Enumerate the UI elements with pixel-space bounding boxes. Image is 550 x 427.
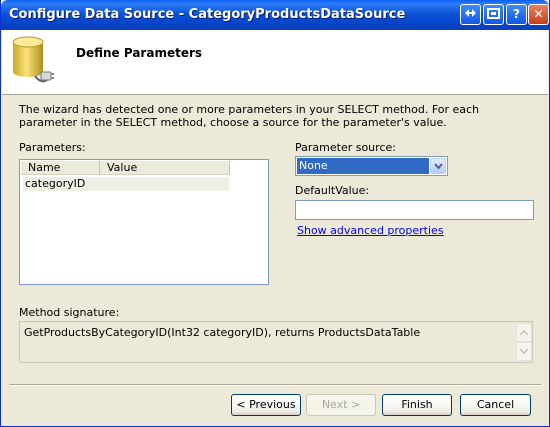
parameter-source-value: None [297,158,429,174]
table-row[interactable]: categoryID [23,177,229,191]
parameters-list[interactable]: Name Value categoryID [19,159,269,285]
wizard-description: The wizard has detected one or more para… [19,103,480,129]
restore-icon[interactable] [483,4,504,25]
column-header-name[interactable]: Name [21,161,100,175]
show-advanced-properties-link[interactable]: Show advanced properties [297,224,444,237]
page-title: Define Parameters [76,46,203,60]
parameter-source-label: Parameter source: [295,141,396,154]
column-header-value[interactable]: Value [100,161,230,175]
default-value-input[interactable] [295,200,534,220]
back-forward-icon[interactable] [460,4,481,25]
footer-separator [9,384,541,386]
scroll-up-icon[interactable] [516,323,532,342]
parameter-source-select[interactable]: None [295,156,448,176]
cancel-button[interactable]: Cancel [460,394,531,416]
title-bar[interactable]: Configure Data Source - CategoryProducts… [1,0,549,30]
method-signature-box: GetProductsByCategoryID(Int32 categoryID… [19,321,533,363]
close-icon[interactable]: ✕ [528,4,549,25]
method-signature-text: GetProductsByCategoryID(Int32 categoryID… [24,326,421,339]
parameter-name: categoryID [25,177,86,190]
finish-button[interactable]: Finish [382,394,452,416]
database-plug-icon [12,36,54,83]
default-value-label: DefaultValue: [295,184,370,197]
window-title: Configure Data Source - CategoryProducts… [9,7,406,22]
wizard-header: Define Parameters [2,30,548,95]
parameters-label: Parameters: [19,141,86,154]
method-signature-label: Method signature: [19,306,120,319]
configure-data-source-dialog: Configure Data Source - CategoryProducts… [0,0,550,427]
dropdown-arrow-icon[interactable] [430,158,446,174]
previous-button[interactable]: < Previous [231,394,301,416]
next-button[interactable]: Next > [306,394,376,416]
help-icon[interactable]: ? [506,4,527,25]
scroll-down-icon[interactable] [516,342,532,361]
